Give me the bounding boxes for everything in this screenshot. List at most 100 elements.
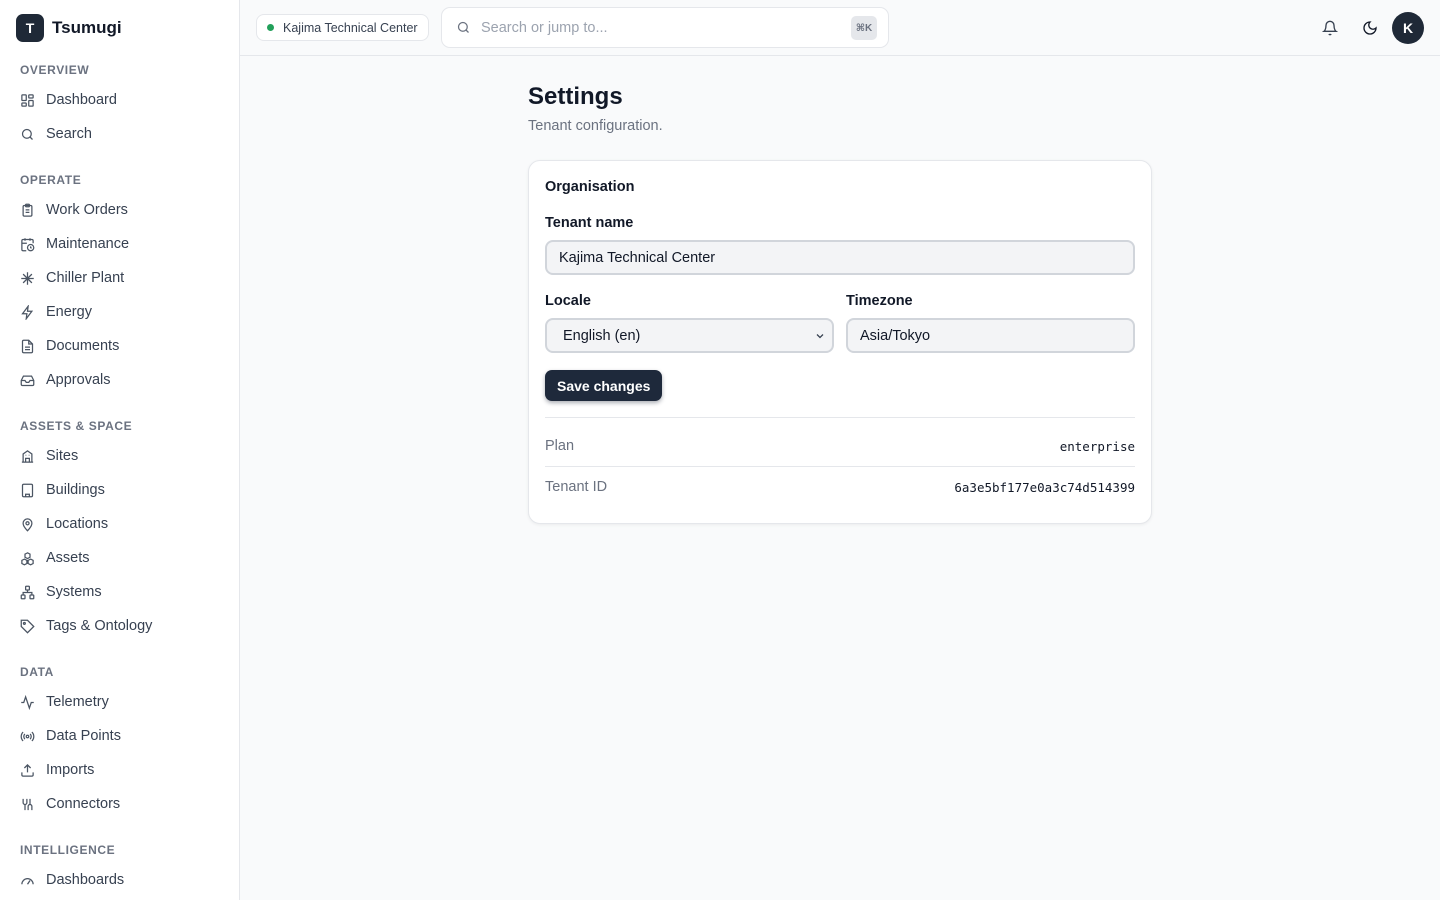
section-overview: OVERVIEW — [20, 63, 90, 77]
sidebar-item-data-points[interactable]: Data Points — [12, 721, 228, 751]
global-search[interactable]: Search or jump to... ⌘K — [441, 7, 889, 48]
sidebar-item-buildings[interactable]: Buildings — [12, 475, 228, 505]
timezone-label: Timezone — [846, 293, 913, 309]
search-placeholder: Search or jump to... — [481, 19, 608, 36]
sidebar-item-imports[interactable]: Imports — [12, 755, 228, 785]
document-icon — [21, 339, 34, 353]
sidebar-item-telemetry[interactable]: Telemetry — [12, 687, 228, 717]
boxes-icon — [21, 551, 34, 565]
sidebar-item-energy[interactable]: Energy — [12, 297, 228, 327]
sidebar-item-chiller-plant[interactable]: Chiller Plant — [12, 263, 228, 293]
sidebar-item-approvals[interactable]: Approvals — [12, 365, 228, 395]
save-button[interactable]: Save changes — [545, 370, 663, 401]
sidebar-item-dashboard[interactable]: Dashboard — [12, 85, 228, 115]
sidebar-item-label: Dashboard — [46, 92, 117, 108]
search-shortcut-badge: ⌘K — [851, 16, 877, 40]
sidebar-item-label: Energy — [46, 304, 92, 320]
divider — [545, 417, 1135, 418]
dashboard-icon — [21, 93, 34, 107]
timezone-input[interactable]: Asia/Tokyo — [846, 318, 1135, 353]
sidebar-item-search[interactable]: Search — [12, 119, 228, 149]
page-title: Settings — [528, 83, 623, 110]
sidebar-item-sites[interactable]: Sites — [12, 441, 228, 471]
theme-toggle-button[interactable] — [1359, 17, 1381, 39]
sidebar-item-systems[interactable]: Systems — [12, 577, 228, 607]
calendar-clock-icon — [21, 237, 35, 251]
app-logo: T — [16, 14, 44, 42]
sidebar-item-connectors[interactable]: Connectors — [12, 789, 228, 819]
sidebar-item-label: Locations — [46, 516, 109, 532]
brand[interactable]: T Tsumugi — [16, 14, 122, 42]
sidebar-item-label: Work Orders — [46, 202, 128, 218]
tenant-id-value: 6a3e5bf177e0a3c74d514399 — [954, 480, 1135, 495]
network-icon — [20, 585, 35, 599]
sidebar-item-maintenance[interactable]: Maintenance — [12, 229, 228, 259]
sidebar-item-label: Dashboards — [46, 872, 125, 888]
topbar: Kajima Technical Center Search or jump t… — [240, 0, 1440, 56]
sidebar-item-label: Search — [46, 126, 92, 142]
chevron-down-icon — [816, 334, 824, 339]
organisation-card: Organisation Tenant name Kajima Technica… — [528, 160, 1152, 524]
divider — [545, 466, 1135, 467]
tenant-name-label: Tenant name — [545, 215, 634, 231]
sidebar-item-label: Telemetry — [46, 694, 109, 710]
timezone-value: Asia/Tokyo — [860, 327, 931, 344]
section-intelligence: INTELLIGENCE — [20, 843, 116, 857]
sidebar-item-label: Connectors — [46, 796, 121, 812]
lightning-icon — [21, 304, 34, 320]
avatar[interactable]: K — [1392, 12, 1424, 44]
locale-value: English (en) — [563, 327, 641, 344]
sidebar-item-locations[interactable]: Locations — [12, 509, 228, 539]
search-icon — [457, 21, 469, 33]
sidebar: T Tsumugi OVERVIEW Dashboard Search OPER… — [0, 0, 240, 900]
tenant-name: Kajima Technical Center — [283, 20, 418, 35]
tenant-status-dot — [267, 24, 274, 31]
section-assets-space: ASSETS & SPACE — [20, 419, 133, 433]
section-operate: OPERATE — [20, 173, 82, 187]
map-pin-icon — [22, 517, 33, 532]
locale-label: Locale — [545, 293, 591, 309]
activity-icon — [21, 694, 34, 710]
sidebar-item-label: Documents — [46, 338, 120, 354]
inbox-icon — [20, 375, 35, 386]
plan-value: enterprise — [1059, 439, 1135, 454]
gauge-icon — [21, 877, 34, 885]
sidebar-item-label: Imports — [46, 762, 95, 778]
tenant-switcher[interactable]: Kajima Technical Center — [256, 14, 429, 41]
tenant-name-input[interactable]: Kajima Technical Center — [545, 240, 1135, 275]
sidebar-item-label: Data Points — [46, 728, 121, 744]
sidebar-item-label: Buildings — [46, 482, 105, 498]
sidebar-item-assets[interactable]: Assets — [12, 543, 228, 573]
sidebar-item-label: Approvals — [46, 372, 111, 388]
clipboard-icon — [22, 203, 33, 217]
locale-select[interactable]: English (en) — [545, 318, 834, 353]
building-icon — [21, 483, 34, 497]
sidebar-item-work-orders[interactable]: Work Orders — [12, 195, 228, 225]
sidebar-item-label: Assets — [46, 550, 90, 566]
sidebar-item-tags-ontology[interactable]: Tags & Ontology — [12, 611, 228, 641]
tenant-name-value: Kajima Technical Center — [559, 249, 716, 266]
sidebar-item-label: Maintenance — [46, 236, 130, 252]
tag-icon — [20, 619, 35, 634]
upload-icon — [21, 763, 34, 777]
connector-icon — [22, 798, 33, 810]
sites-icon — [21, 449, 34, 463]
bell-icon — [1322, 20, 1338, 36]
app-name: Tsumugi — [52, 18, 122, 37]
notifications-button[interactable] — [1319, 17, 1341, 39]
sidebar-item-label: Sites — [46, 448, 79, 464]
card-title: Organisation — [545, 179, 635, 195]
radio-icon — [20, 731, 35, 741]
sidebar-item-documents[interactable]: Documents — [12, 331, 228, 361]
moon-icon — [1363, 21, 1377, 35]
sidebar-item-dashboards[interactable]: Dashboards — [12, 865, 228, 895]
plan-label: Plan — [545, 438, 575, 454]
sidebar-item-label: Tags & Ontology — [46, 618, 153, 634]
sidebar-item-label: Systems — [46, 584, 102, 600]
page-subtitle: Tenant configuration. — [528, 118, 663, 134]
sidebar-item-label: Chiller Plant — [46, 270, 125, 286]
section-data: DATA — [20, 665, 54, 679]
tenant-id-label: Tenant ID — [545, 479, 608, 495]
search-icon — [21, 128, 33, 140]
snowflake-icon — [21, 271, 34, 285]
